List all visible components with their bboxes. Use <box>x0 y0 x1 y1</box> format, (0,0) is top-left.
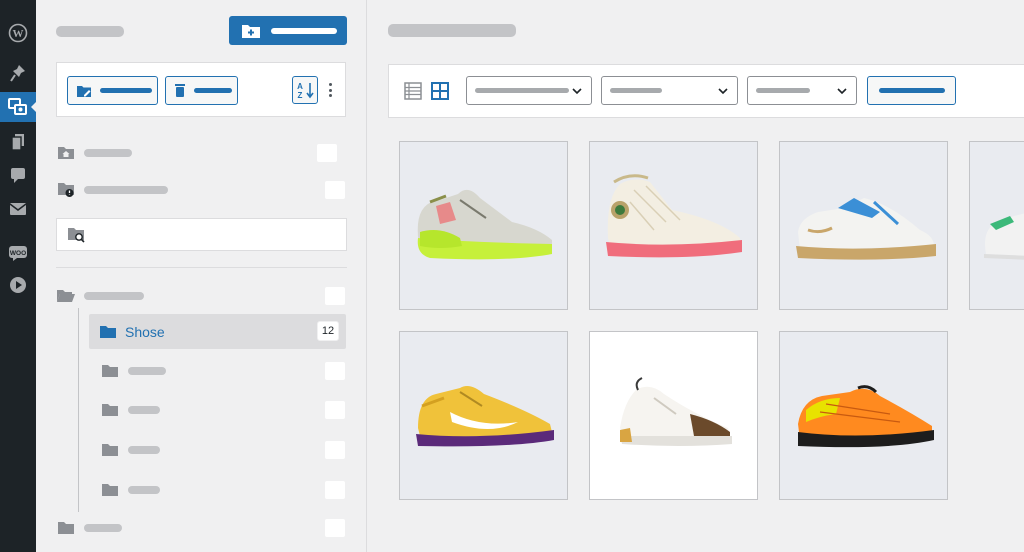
folder-row-root[interactable] <box>56 282 346 310</box>
divider <box>56 267 347 268</box>
media-item-cream-pink-highcut-sneaker[interactable] <box>589 141 758 310</box>
new-folder-button[interactable] <box>229 16 347 45</box>
rename-folder-label <box>100 88 152 93</box>
folder-row-child[interactable] <box>100 357 346 385</box>
svg-text:Z: Z <box>298 91 303 99</box>
folder-label <box>128 406 160 414</box>
date-filter[interactable] <box>601 76 738 105</box>
chevron-down-icon <box>718 88 728 95</box>
media-item-white-blue-gum-sneaker[interactable] <box>779 141 948 310</box>
folder-row-child[interactable] <box>100 436 346 464</box>
folder-row[interactable] <box>56 514 346 542</box>
folder-label <box>128 446 160 454</box>
folder-row-child[interactable] <box>100 396 346 424</box>
svg-text:W: W <box>13 28 24 40</box>
bulk-select-label <box>878 88 945 93</box>
folder-count <box>324 286 346 306</box>
delete-folder-button[interactable] <box>165 76 238 105</box>
new-folder-icon <box>242 24 260 38</box>
more-options-icon[interactable] <box>327 80 333 100</box>
sneaker-image <box>620 377 732 446</box>
search-folder-icon <box>68 227 85 243</box>
chevron-down-icon <box>572 88 582 95</box>
folder-count <box>324 361 346 381</box>
media-item-neon-yellow-sneaker[interactable] <box>399 141 568 310</box>
folder-count <box>324 480 346 500</box>
folder-row-child[interactable] <box>100 476 346 504</box>
chevron-down-icon <box>837 88 847 95</box>
media-item-orange-black-sneaker[interactable] <box>779 331 948 500</box>
folder-row-uncategorized[interactable] <box>56 176 346 204</box>
media-item-white-brown-monogram-sneaker[interactable] <box>589 331 758 500</box>
folder-label <box>84 292 144 300</box>
trash-icon <box>175 84 185 97</box>
panel-title <box>56 26 124 37</box>
folder-count <box>324 180 346 200</box>
mail-icon[interactable] <box>0 194 36 224</box>
media-item-white-green-sneaker[interactable] <box>969 141 1024 310</box>
bulk-select-button[interactable] <box>867 76 956 105</box>
folder-icon <box>100 443 120 457</box>
folder-label <box>128 367 166 375</box>
play-icon[interactable] <box>0 270 36 300</box>
folder-count <box>324 400 346 420</box>
folder-panel: AZ Shose 12 <box>36 0 367 552</box>
sort-az-icon: AZ <box>297 82 314 99</box>
folder-label <box>84 186 168 194</box>
page-title <box>388 24 516 37</box>
home-folder-icon <box>56 146 76 160</box>
media-library <box>368 0 1024 552</box>
rename-folder-button[interactable] <box>67 76 158 105</box>
folder-count <box>316 143 338 163</box>
uncategorized-folder-icon <box>56 182 76 198</box>
folder-search <box>56 218 347 251</box>
tree-connector <box>78 308 79 512</box>
folder-count <box>324 518 346 538</box>
folder-icon <box>100 483 120 497</box>
new-folder-label <box>271 27 337 34</box>
sneaker-image <box>417 189 552 260</box>
folder-icon <box>100 364 120 378</box>
grid-view-icon[interactable] <box>431 82 449 100</box>
rename-folder-icon <box>77 85 91 97</box>
folder-count <box>324 440 346 460</box>
media-item-yellow-purple-sneaker[interactable] <box>399 331 568 500</box>
folder-label <box>84 149 132 157</box>
folder-search-input[interactable] <box>93 227 333 242</box>
delete-folder-label <box>194 88 232 93</box>
comments-icon[interactable] <box>0 160 36 190</box>
sort-az-button[interactable]: AZ <box>292 76 318 104</box>
date-filter-label <box>610 88 662 93</box>
selected-folder-name: Shose <box>125 323 165 340</box>
folder-icon <box>100 403 120 417</box>
sneaker-image <box>796 198 936 260</box>
svg-text:A: A <box>297 82 303 91</box>
media-type-filter[interactable] <box>466 76 592 105</box>
folder-open-icon <box>56 289 76 303</box>
woo-icon[interactable]: WOO <box>0 238 36 268</box>
media-folder-icon[interactable] <box>0 92 37 122</box>
svg-text:WOO: WOO <box>10 250 26 257</box>
folder-icon <box>100 325 116 338</box>
sneaker-image <box>606 174 742 258</box>
pin-icon[interactable] <box>0 58 36 88</box>
admin-menu: W WOO <box>0 0 37 552</box>
selected-folder-count: 12 <box>317 321 339 341</box>
pages-icon[interactable] <box>0 127 36 157</box>
category-filter[interactable] <box>747 76 857 105</box>
wordpress-icon[interactable]: W <box>0 18 36 48</box>
folder-icon <box>56 521 76 535</box>
folder-label <box>84 524 122 532</box>
folder-row-all[interactable] <box>56 139 346 167</box>
sneaker-image <box>416 386 554 447</box>
media-type-filter-label <box>475 88 569 93</box>
folder-label <box>128 486 160 494</box>
folder-row-selected[interactable]: Shose 12 <box>89 314 346 349</box>
category-filter-label <box>756 88 810 93</box>
sneaker-image <box>984 213 1024 260</box>
list-view-icon[interactable] <box>404 82 422 100</box>
sneaker-image <box>798 385 934 448</box>
